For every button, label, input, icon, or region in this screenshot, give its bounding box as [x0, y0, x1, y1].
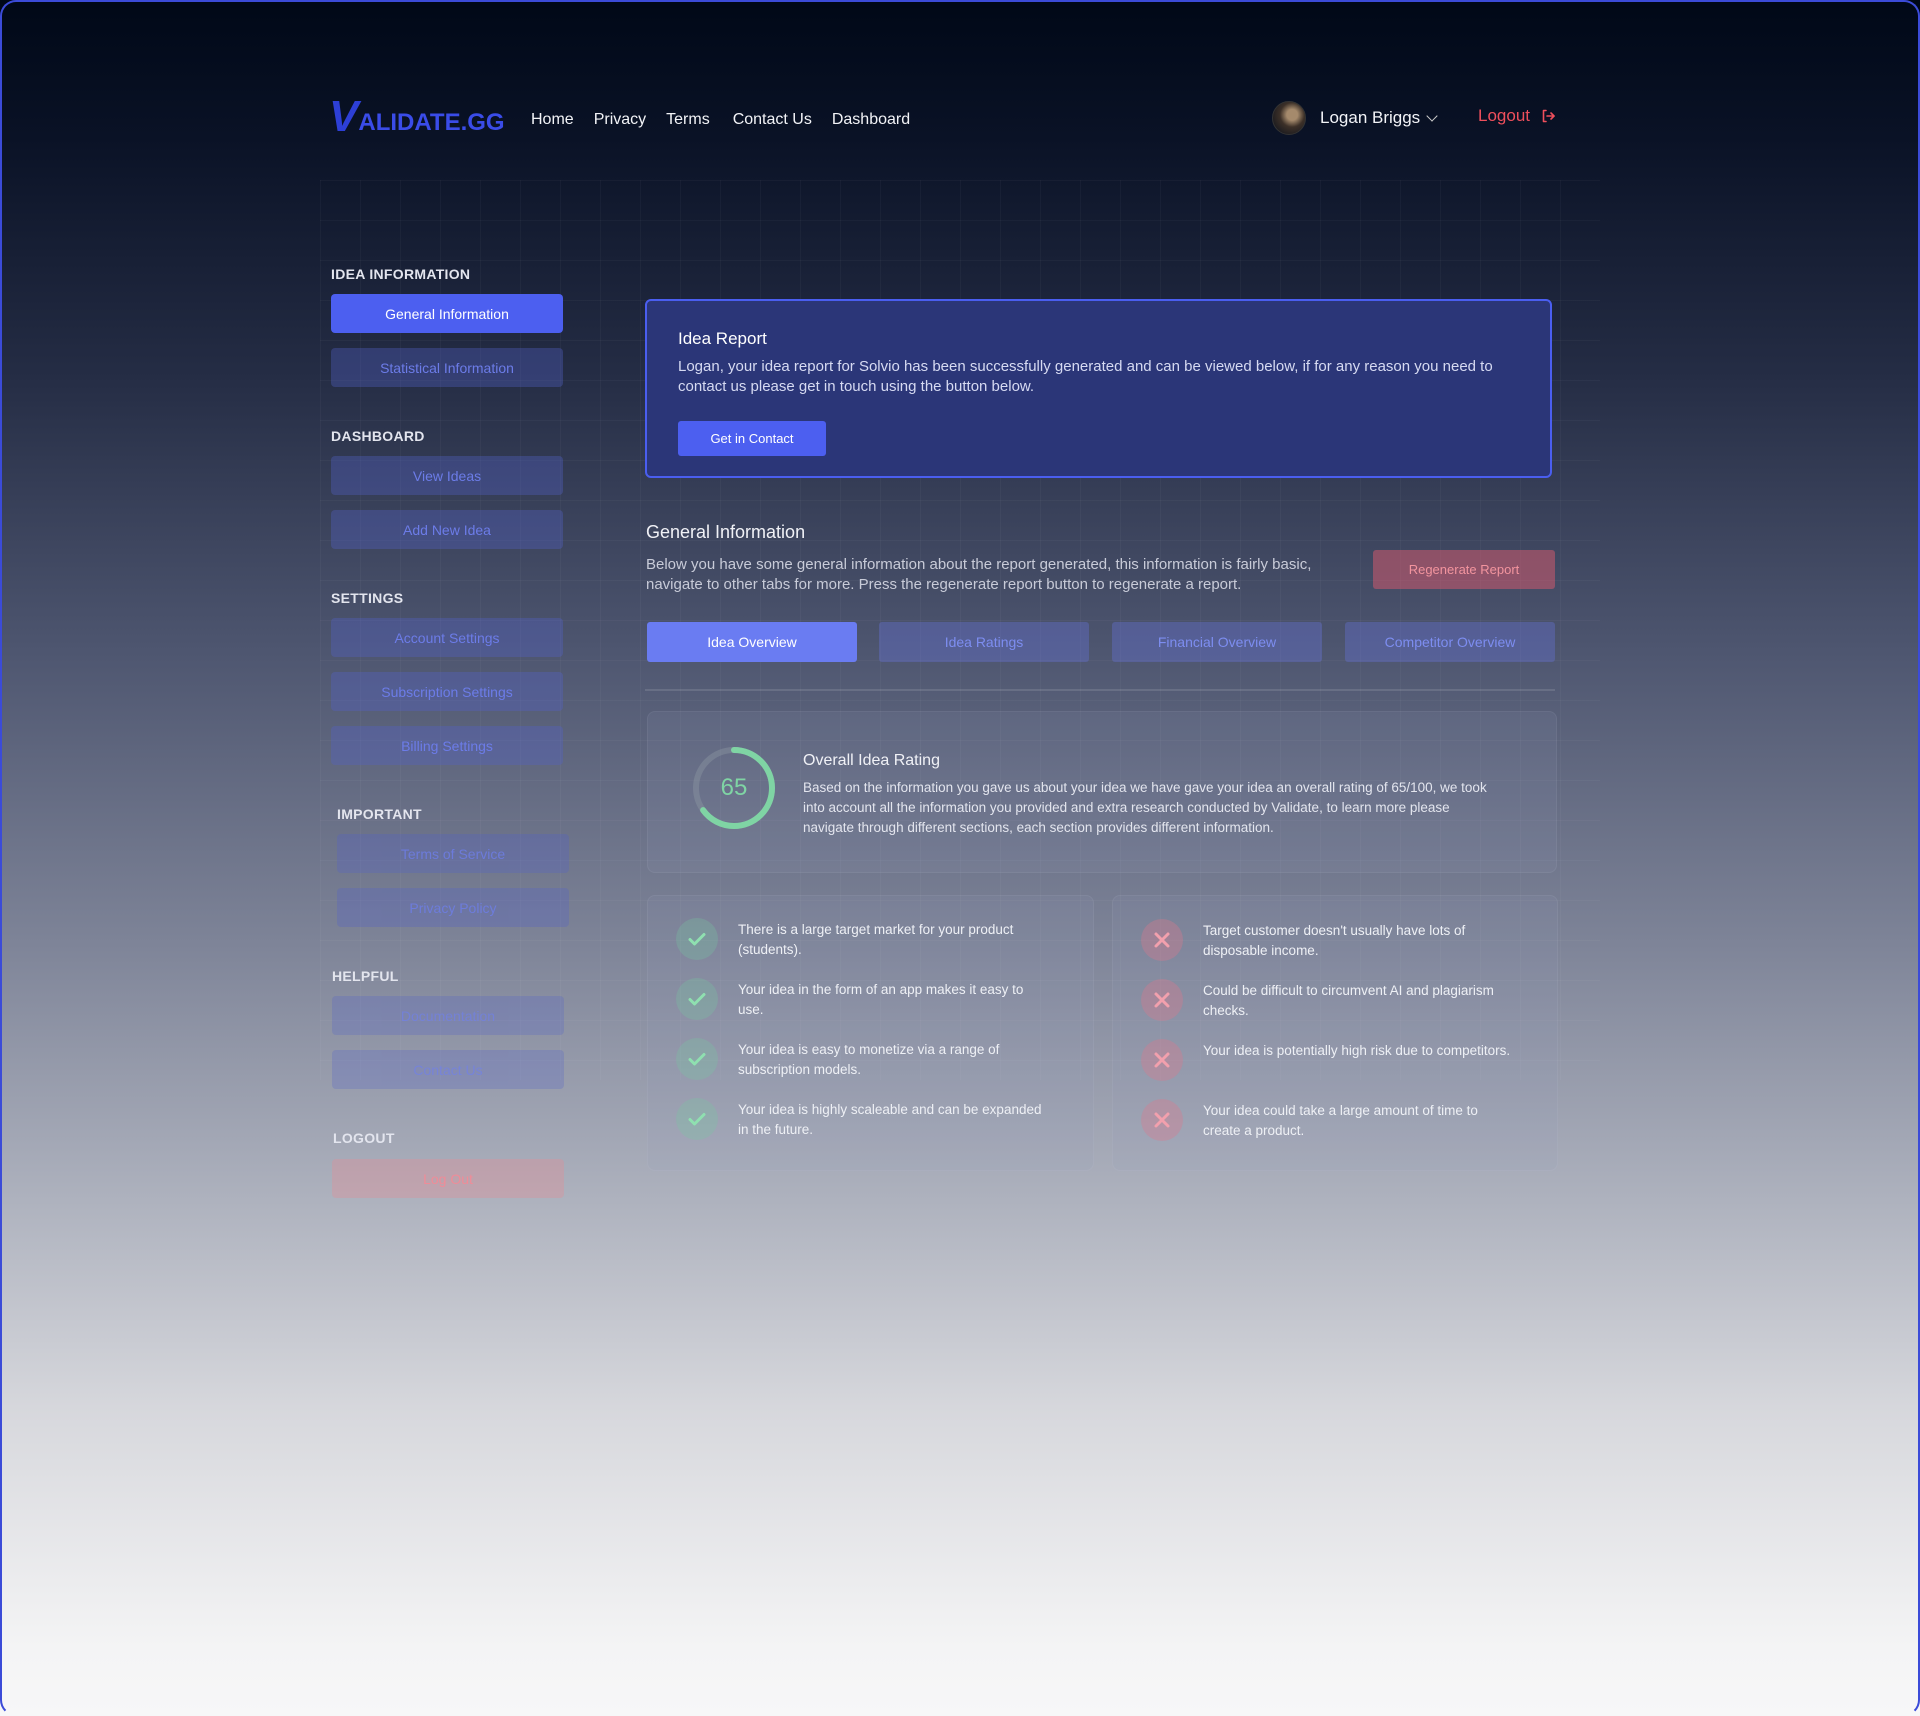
- sidebar-item-general-information[interactable]: General Information: [331, 294, 563, 333]
- sidebar-heading-important: IMPORTANT: [337, 806, 422, 822]
- rating-score: 65: [720, 774, 748, 801]
- sidebar-heading-logout: LOGOUT: [333, 1130, 395, 1146]
- sidebar-item-add-new-idea[interactable]: Add New Idea: [331, 510, 563, 549]
- con-item: Your idea is potentially high risk due t…: [1141, 1039, 1513, 1081]
- main-nav: Home Privacy Terms Contact Us Dashboard: [531, 111, 930, 129]
- sidebar-item-subscription-settings[interactable]: Subscription Settings: [331, 672, 563, 711]
- pro-item: Your idea in the form of an app makes it…: [676, 978, 1048, 1020]
- sidebar-heading-dashboard: DASHBOARD: [331, 428, 425, 444]
- con-item-text: Your idea could take a large amount of t…: [1203, 1103, 1478, 1138]
- sidebar-item-view-ideas[interactable]: View Ideas: [331, 456, 563, 495]
- con-item-text: Could be difficult to circumvent AI and …: [1203, 983, 1494, 1018]
- section-title: General Information: [646, 522, 806, 542]
- con-item: Could be difficult to circumvent AI and …: [1141, 979, 1513, 1021]
- logout-icon: [1542, 109, 1555, 123]
- pro-item-text: Your idea is easy to monetize via a rang…: [738, 1042, 1000, 1077]
- section-divider: [645, 689, 1555, 691]
- check-icon: [676, 978, 718, 1020]
- nav-home[interactable]: Home: [531, 111, 574, 129]
- con-item-text: Your idea is potentially high risk due t…: [1203, 1043, 1511, 1058]
- idea-report-title: Idea Report: [678, 329, 767, 348]
- rating-title: Overall Idea Rating: [803, 752, 940, 769]
- sidebar-item-contact-us[interactable]: Contact Us: [332, 1050, 564, 1089]
- sidebar-item-privacy-policy[interactable]: Privacy Policy: [337, 888, 569, 927]
- sidebar-heading-settings: SETTINGS: [331, 590, 404, 606]
- nav-privacy[interactable]: Privacy: [594, 111, 646, 129]
- sidebar-item-statistical-information[interactable]: Statistical Information: [331, 348, 563, 387]
- pro-item-text: Your idea in the form of an app makes it…: [738, 982, 1024, 1017]
- section-description: Below you have some general information …: [646, 556, 1312, 593]
- sidebar-item-documentation[interactable]: Documentation: [332, 996, 564, 1035]
- user-menu[interactable]: Logan Briggs: [1272, 101, 1438, 135]
- nav-contact-us[interactable]: Contact Us: [733, 111, 812, 129]
- tab-idea-ratings[interactable]: Idea Ratings: [879, 622, 1089, 662]
- get-in-contact-button[interactable]: Get in Contact: [678, 421, 826, 456]
- pro-item-text: Your idea is highly scaleable and can be…: [738, 1102, 1042, 1137]
- sidebar-heading-helpful: HELPFUL: [332, 968, 399, 984]
- check-icon: [676, 1098, 718, 1140]
- pro-item: Your idea is highly scaleable and can be…: [676, 1098, 1048, 1140]
- user-name: Logan Briggs: [1320, 108, 1421, 127]
- cross-icon: [1141, 919, 1183, 961]
- tab-competitor-overview[interactable]: Competitor Overview: [1345, 622, 1555, 662]
- cross-icon: [1141, 979, 1183, 1021]
- chevron-down-icon: [1426, 110, 1438, 122]
- logout-label: Logout: [1478, 106, 1530, 125]
- sidebar-heading-idea-information: IDEA INFORMATION: [331, 266, 471, 282]
- pro-item: There is a large target market for your …: [676, 918, 1048, 960]
- nav-terms[interactable]: Terms: [666, 111, 710, 129]
- con-item-text: Target customer doesn't usually have lot…: [1203, 923, 1466, 958]
- check-icon: [676, 918, 718, 960]
- logo[interactable]: V ALIDATE.GG: [329, 92, 505, 141]
- cross-icon: [1141, 1099, 1183, 1141]
- check-icon: [676, 1038, 718, 1080]
- pro-item: Your idea is easy to monetize via a rang…: [676, 1038, 1048, 1080]
- logout-link[interactable]: Logout: [1478, 106, 1556, 126]
- nav-dashboard[interactable]: Dashboard: [832, 111, 910, 129]
- pro-item-text: There is a large target market for your …: [738, 922, 1014, 957]
- logo-text: ALIDATE.GG: [358, 109, 505, 136]
- idea-report-card: Idea Report Logan, your idea report for …: [645, 299, 1552, 478]
- sidebar-item-account-settings[interactable]: Account Settings: [331, 618, 563, 657]
- con-item: Your idea could take a large amount of t…: [1141, 1099, 1513, 1141]
- rating-description: Based on the information you gave us abo…: [803, 780, 1487, 835]
- idea-report-text: Logan, your idea report for Solvio has b…: [678, 358, 1493, 395]
- regenerate-report-button[interactable]: Regenerate Report: [1373, 550, 1555, 589]
- sidebar-item-terms-of-service[interactable]: Terms of Service: [337, 834, 569, 873]
- logo-mark: V: [329, 92, 358, 141]
- con-item: Target customer doesn't usually have lot…: [1141, 919, 1513, 961]
- avatar: [1272, 101, 1306, 135]
- tab-financial-overview[interactable]: Financial Overview: [1112, 622, 1322, 662]
- cross-icon: [1141, 1039, 1183, 1081]
- sidebar-item-log-out[interactable]: Log Out: [332, 1159, 564, 1198]
- sidebar-item-billing-settings[interactable]: Billing Settings: [331, 726, 563, 765]
- tab-idea-overview[interactable]: Idea Overview: [647, 622, 857, 662]
